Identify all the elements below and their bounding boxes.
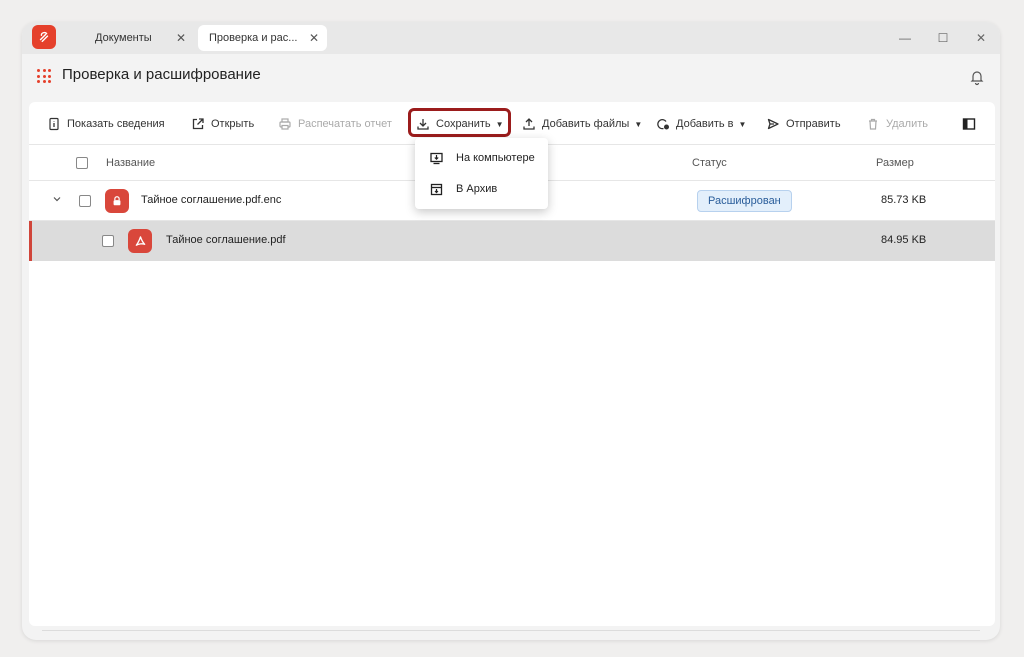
delete-label: Удалить: [886, 118, 928, 130]
tab-documents[interactable]: Документы ✕: [84, 25, 194, 51]
external-link-icon: [192, 118, 204, 130]
select-all-checkbox[interactable]: [76, 157, 88, 169]
column-size-header[interactable]: Размер: [876, 157, 914, 169]
close-window-button[interactable]: ✕: [972, 29, 990, 47]
send-label: Отправить: [786, 118, 841, 130]
close-tab-icon[interactable]: ✕: [176, 31, 186, 45]
save-dropdown-menu: На компьютере В Архив: [415, 138, 548, 209]
divider: [42, 630, 980, 631]
app-window: Документы ✕ Проверка и рас... ✕ — ☐ ✕ Пр…: [22, 22, 1000, 640]
tab-label: Документы: [95, 32, 152, 44]
file-size: 84.95 KB: [881, 234, 927, 246]
chevron-down-icon[interactable]: [51, 193, 63, 205]
file-name: Тайное соглашение.pdf.enc: [141, 194, 282, 206]
show-details-button[interactable]: Показать сведения: [47, 115, 165, 133]
main-panel: Показать сведения Открыть Распечатать от…: [29, 102, 995, 626]
tab-verify-decrypt[interactable]: Проверка и рас... ✕: [198, 25, 327, 51]
trash-icon: [869, 118, 877, 130]
side-panel-icon: [962, 118, 976, 130]
add-to-button[interactable]: Добавить в ▼: [656, 115, 746, 133]
column-status-header[interactable]: Статус: [692, 157, 727, 169]
caret-down-icon: ▼: [738, 119, 747, 129]
menu-item-save-to-archive[interactable]: В Архив: [415, 174, 548, 204]
send-icon: [767, 118, 779, 130]
table-row[interactable]: Тайное соглашение.pdf 84.95 KB: [29, 221, 995, 261]
upload-icon: [523, 118, 535, 130]
file-size: 85.73 KB: [881, 194, 927, 206]
close-tab-icon[interactable]: ✕: [309, 31, 319, 45]
row-checkbox[interactable]: [102, 235, 114, 247]
row-checkbox[interactable]: [79, 195, 91, 207]
archive-icon: [430, 183, 443, 195]
title-bar: Документы ✕ Проверка и рас... ✕ — ☐ ✕: [22, 22, 1000, 54]
page-title: Проверка и расшифрование: [62, 66, 261, 83]
send-button[interactable]: Отправить: [766, 115, 841, 133]
column-name-header[interactable]: Название: [106, 157, 155, 169]
printer-icon: [279, 118, 291, 130]
file-name: Тайное соглашение.pdf: [166, 234, 286, 246]
open-button[interactable]: Открыть: [191, 115, 254, 133]
computer-download-icon: [430, 152, 443, 164]
tab-label: Проверка и рас...: [209, 32, 298, 44]
menu-item-label: В Архив: [456, 183, 498, 195]
info-doc-icon: [49, 117, 59, 131]
page-header: Проверка и расшифрование: [22, 54, 1000, 100]
show-details-label: Показать сведения: [67, 118, 165, 130]
status-badge: Расшифрован: [697, 190, 792, 212]
save-button-highlight: [408, 108, 511, 137]
add-to-icon: [657, 119, 669, 130]
app-logo-icon[interactable]: [32, 25, 56, 49]
menu-item-save-to-computer[interactable]: На компьютере: [415, 143, 548, 173]
apps-grid-icon[interactable]: [37, 69, 51, 83]
add-files-button[interactable]: Добавить файлы ▼: [522, 115, 642, 133]
menu-item-label: На компьютере: [456, 152, 535, 164]
print-report-button[interactable]: Распечатать отчет: [278, 115, 392, 133]
minimize-button[interactable]: —: [896, 29, 914, 47]
open-label: Открыть: [211, 118, 255, 130]
toggle-panel-button[interactable]: [962, 115, 982, 133]
bell-icon[interactable]: [968, 68, 986, 86]
add-files-label: Добавить файлы: [542, 118, 630, 130]
add-to-label: Добавить в: [676, 118, 734, 130]
pdf-icon: [128, 229, 152, 253]
delete-button[interactable]: Удалить: [866, 115, 928, 133]
caret-down-icon: ▼: [634, 119, 643, 129]
print-report-label: Распечатать отчет: [298, 118, 392, 130]
lock-file-icon: [105, 189, 129, 213]
maximize-button[interactable]: ☐: [934, 29, 952, 47]
